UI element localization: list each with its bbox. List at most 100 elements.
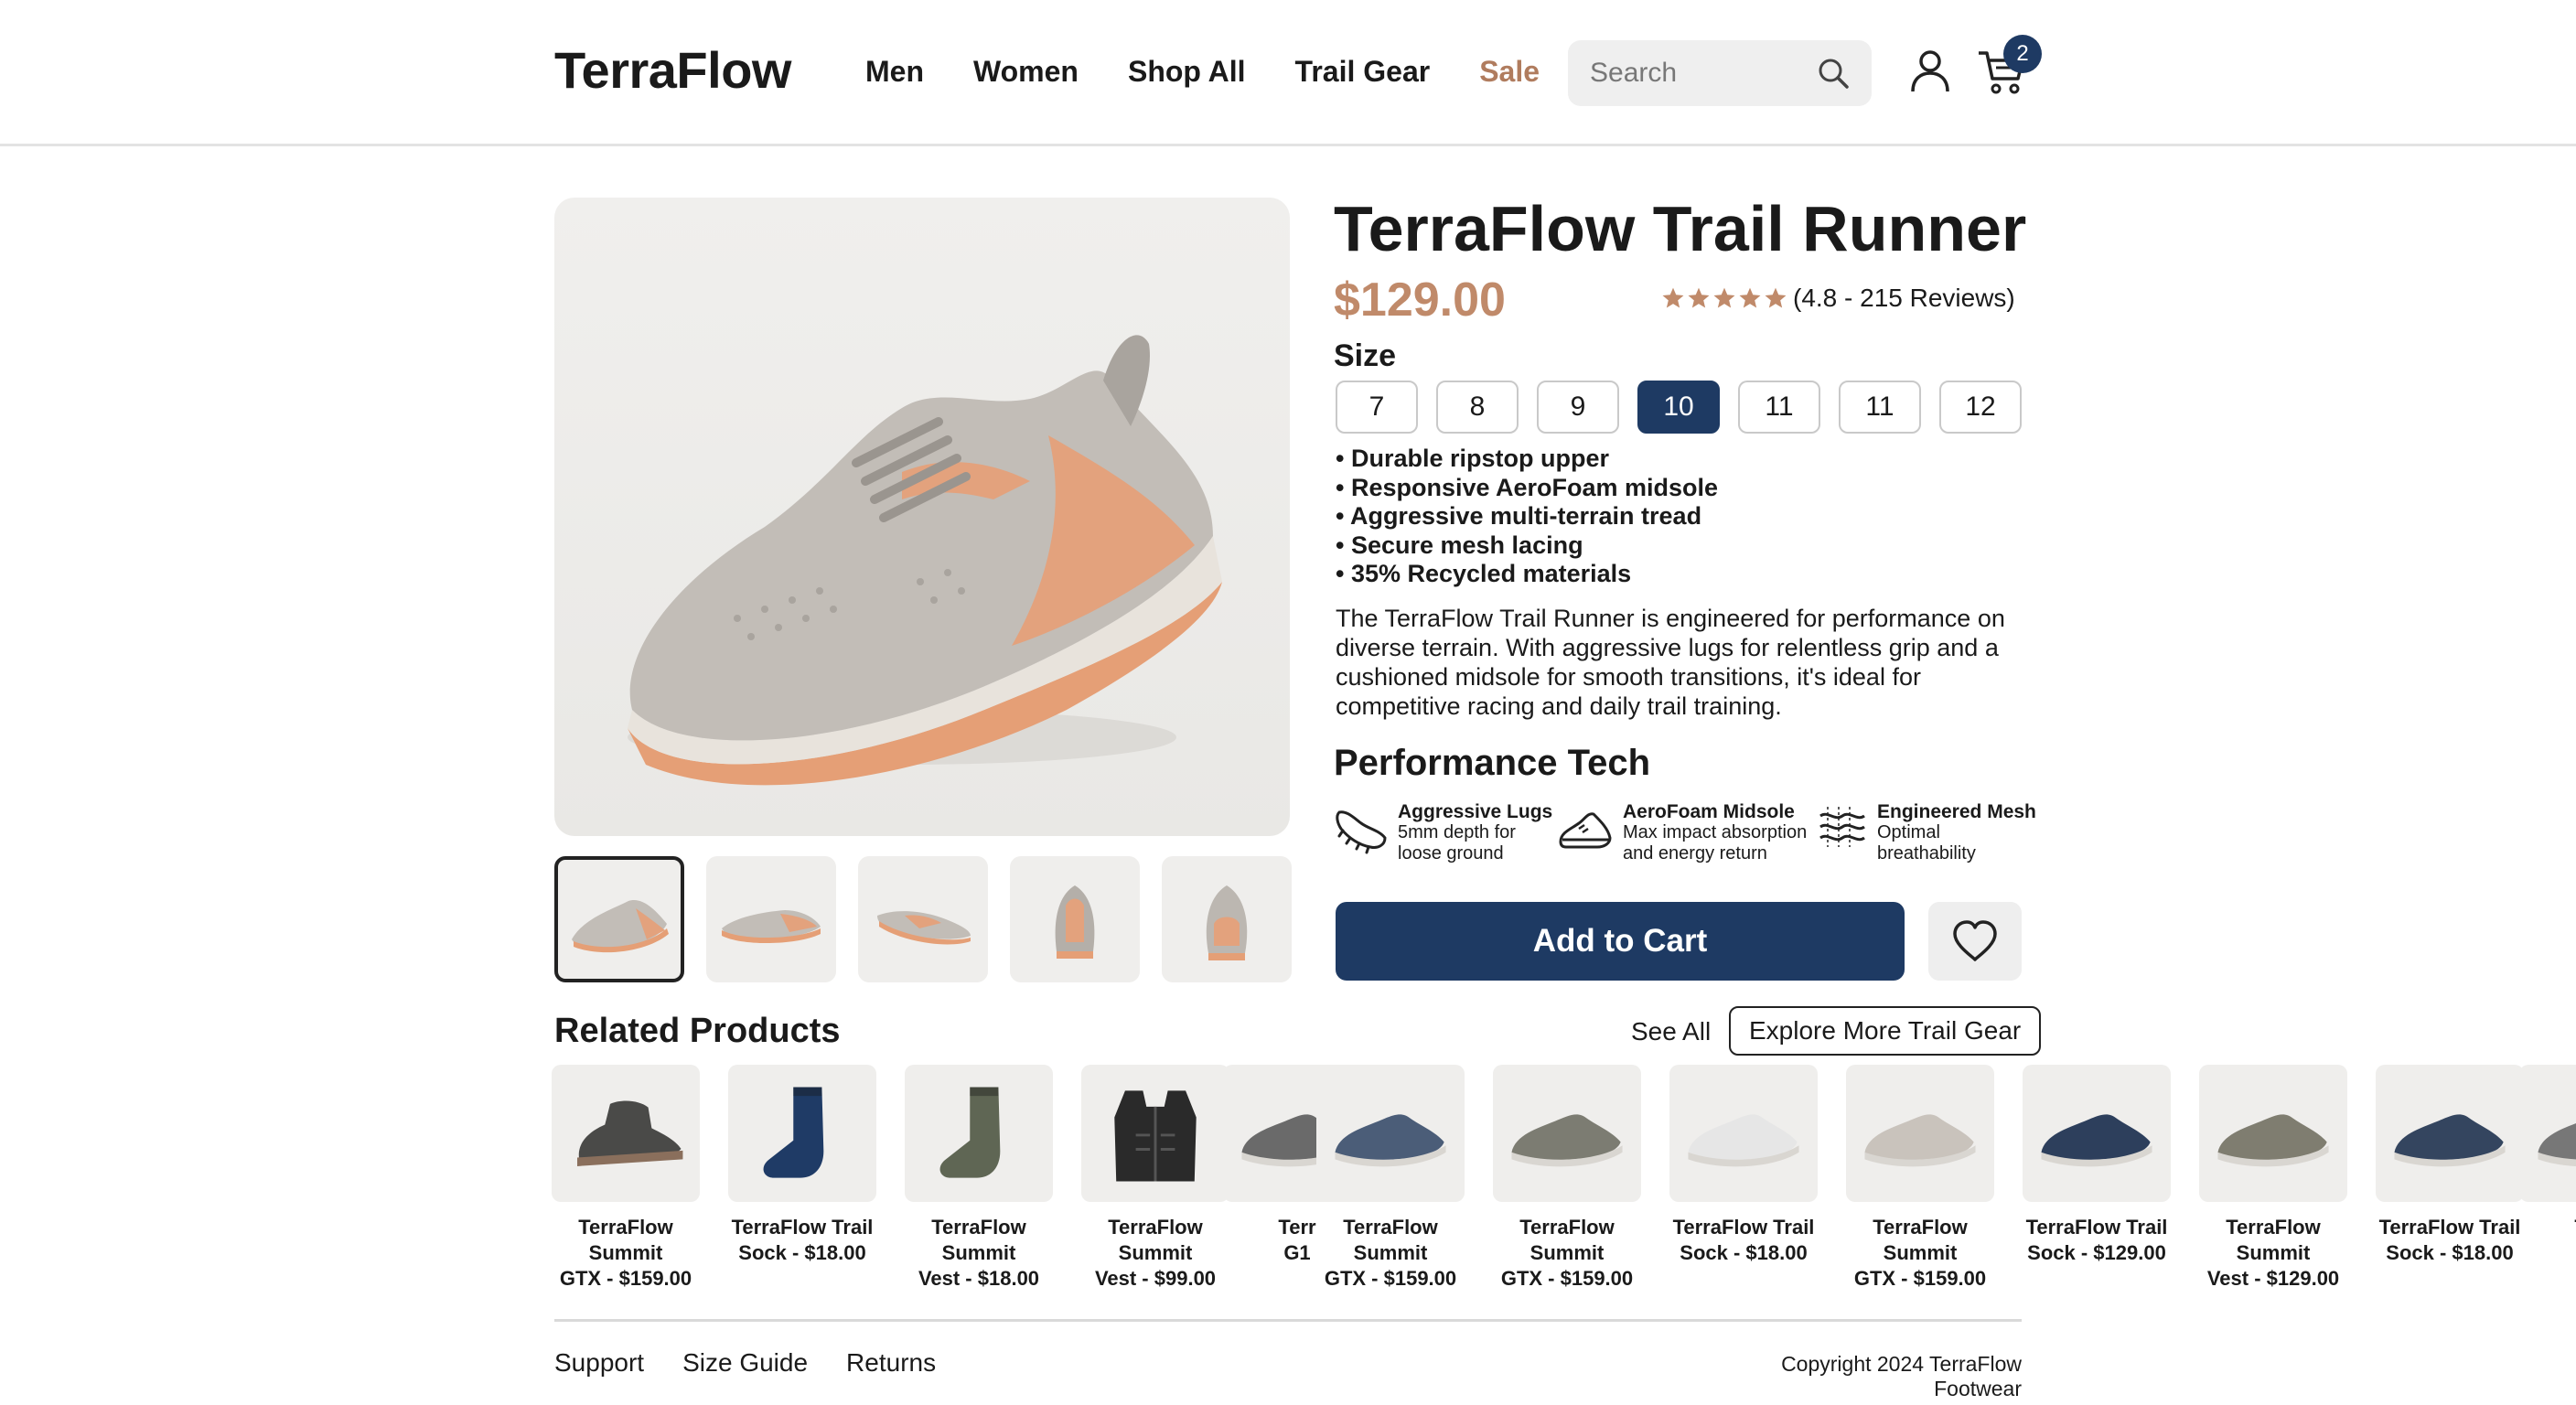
star-icon [1765, 287, 1787, 308]
size-button-8[interactable]: 8 [1436, 381, 1519, 434]
related-product-line2: Sock - $18.00 [1680, 1241, 1808, 1264]
related-product-name: Terr G [2506, 1215, 2576, 1266]
related-product-line2: GTX - $159.00 [559, 1267, 692, 1290]
nav-women[interactable]: Women [973, 55, 1079, 89]
explore-trail-gear-button[interactable]: Explore More Trail Gear [1729, 1006, 2042, 1056]
shoe-thumbnail-image [877, 911, 971, 945]
related-product-card[interactable]: TerraFlow Summit GTX - $159.00 [1833, 1065, 2007, 1292]
thumbnail-1[interactable] [554, 856, 684, 982]
thumbnail-2[interactable] [706, 856, 836, 982]
related-product-image [905, 1065, 1053, 1202]
related-product-card[interactable]: TerraFlow Trail Sock - $129.00 [2010, 1065, 2184, 1266]
related-product-name: TerraFlow Summit GTX - $159.00 [1833, 1215, 2007, 1292]
tech-item-mesh: Engineered Mesh Optimal breathability [1815, 801, 2036, 864]
related-product-name: TerraFlow Summit Vest - $18.00 [892, 1215, 1066, 1292]
shoe-image [1335, 1114, 1446, 1167]
related-product-line2: Vest - $18.00 [918, 1267, 1040, 1290]
feature-item: • Durable ripstop upper [1336, 445, 1609, 472]
related-product-name: TerraFlow Trail Sock - $18.00 [1657, 1215, 1830, 1266]
related-product-card[interactable]: TerraFlow Summit GTX - $159.00 [1304, 1065, 1477, 1292]
related-product-card[interactable]: TerraFlow Summit GTX - $159.00 [1480, 1065, 1654, 1292]
product-rating[interactable]: (4.8 - 215 Reviews) [1661, 284, 2015, 313]
main-nav: Men Women Shop All Trail Gear Sale [865, 55, 1540, 89]
rating-text: (4.8 - 215 Reviews) [1793, 284, 2015, 312]
related-product-image [1493, 1065, 1641, 1202]
shoe-image [1864, 1114, 1976, 1167]
see-all-link[interactable]: See All [1631, 1017, 1711, 1046]
shoe-image [1511, 1114, 1623, 1167]
related-product-line2: Vest - $129.00 [2206, 1267, 2340, 1290]
footer-link-returns[interactable]: Returns [846, 1348, 936, 1378]
tech-desc: Max impact absorption [1623, 822, 1808, 842]
shoe-image [2041, 1114, 2152, 1167]
tech-title: AeroFoam Midsole [1623, 801, 1795, 822]
nav-trail-gear[interactable]: Trail Gear [1295, 55, 1431, 89]
shoe-image [2538, 1123, 2576, 1167]
tech-desc: Optimal [1877, 822, 1940, 842]
thumbnail-strip [554, 856, 1292, 982]
vest-image [1114, 1090, 1197, 1182]
related-product-name: TerraFlow Summit Vest - $129.00 [2186, 1215, 2360, 1292]
feature-item: • Secure mesh lacing [1336, 531, 1583, 559]
related-product-card[interactable]: TerraFlow Summit GTX - $159.00 [539, 1065, 713, 1292]
search-placeholder: Search [1590, 58, 1678, 88]
star-rating [1661, 286, 1787, 310]
nav-sale[interactable]: Sale [1479, 55, 1540, 89]
related-product-card[interactable]: TerraFlow Summit Vest - $129.00 [2186, 1065, 2360, 1292]
size-button-12[interactable]: 12 [1939, 381, 2022, 434]
related-product-line1: TerraFlow Summit [1343, 1216, 1438, 1264]
tech-title: Engineered Mesh [1877, 801, 2036, 822]
related-product-name: TerraFlow Summit GTX - $159.00 [539, 1215, 713, 1292]
footer-link-support[interactable]: Support [554, 1348, 644, 1378]
related-product-line1: TerraFlow Summit [1519, 1216, 1615, 1264]
shoe-tread-icon [1336, 810, 1387, 854]
related-product-name: TerraFlow Summit GTX - $159.00 [1304, 1215, 1477, 1292]
shoe-image [1688, 1114, 1799, 1167]
footer-divider [554, 1319, 2022, 1322]
thumbnail-4[interactable] [1010, 856, 1140, 982]
thumbnail-3[interactable] [858, 856, 988, 982]
size-button-11-b[interactable]: 11 [1839, 381, 1921, 434]
related-product-line2: Vest - $99.00 [1094, 1267, 1217, 1290]
thumbnail-5[interactable] [1162, 856, 1292, 982]
star-icon [1688, 287, 1710, 308]
performance-tech-title: Performance Tech [1334, 743, 1651, 783]
shoe-image [2217, 1114, 2329, 1167]
size-button-9[interactable]: 9 [1537, 381, 1619, 434]
site-logo[interactable]: TerraFlow [554, 40, 791, 100]
search-input[interactable]: Search [1568, 40, 1872, 106]
wishlist-button[interactable] [1928, 902, 2022, 981]
related-product-name: TerraFlow Trail Sock - $129.00 [2010, 1215, 2184, 1266]
heart-icon [1953, 920, 1997, 961]
search-icon[interactable] [1815, 55, 1852, 91]
star-icon [1662, 287, 1684, 308]
product-price: $129.00 [1334, 273, 1506, 327]
size-label: Size [1334, 338, 1397, 373]
related-product-card[interactable]: Terr G [2506, 1065, 2576, 1266]
feature-item: • Responsive AeroFoam midsole [1336, 473, 1719, 501]
product-title: TerraFlow Trail Runner [1334, 193, 2027, 264]
feature-item: • Aggressive multi-terrain tread [1336, 502, 1702, 530]
shoe-thumbnail-image [722, 910, 821, 944]
sock-image [763, 1087, 824, 1178]
size-button-7[interactable]: 7 [1336, 381, 1418, 434]
main-product-image[interactable] [554, 198, 1290, 836]
size-button-10[interactable]: 10 [1637, 381, 1720, 434]
related-product-line1: TerraFlow Summit [2226, 1216, 2321, 1264]
related-product-card[interactable]: TerraFlow Trail Sock - $18.00 [715, 1065, 889, 1266]
copyright-text: Copyright 2024 TerraFlow Footwear [1781, 1352, 2022, 1400]
size-button-11[interactable]: 11 [1738, 381, 1820, 434]
user-icon[interactable] [1908, 48, 1952, 95]
related-product-name: TerraFlow Trail Sock - $18.00 [715, 1215, 889, 1266]
star-icon [1739, 287, 1761, 308]
related-product-line1: TerraFlow Trail [1672, 1216, 1815, 1239]
nav-shop-all[interactable]: Shop All [1128, 55, 1246, 89]
cart-count-badge: 2 [2003, 35, 2042, 73]
related-product-card[interactable]: TerraFlow Summit Vest - $18.00 [892, 1065, 1066, 1292]
related-product-line2: G [2506, 1240, 2576, 1266]
related-product-line2: GTX - $159.00 [1324, 1267, 1457, 1290]
nav-men[interactable]: Men [865, 55, 924, 89]
footer-link-size-guide[interactable]: Size Guide [682, 1348, 808, 1378]
add-to-cart-button[interactable]: Add to Cart [1336, 902, 1905, 981]
related-product-card[interactable]: TerraFlow Trail Sock - $18.00 [1657, 1065, 1830, 1266]
